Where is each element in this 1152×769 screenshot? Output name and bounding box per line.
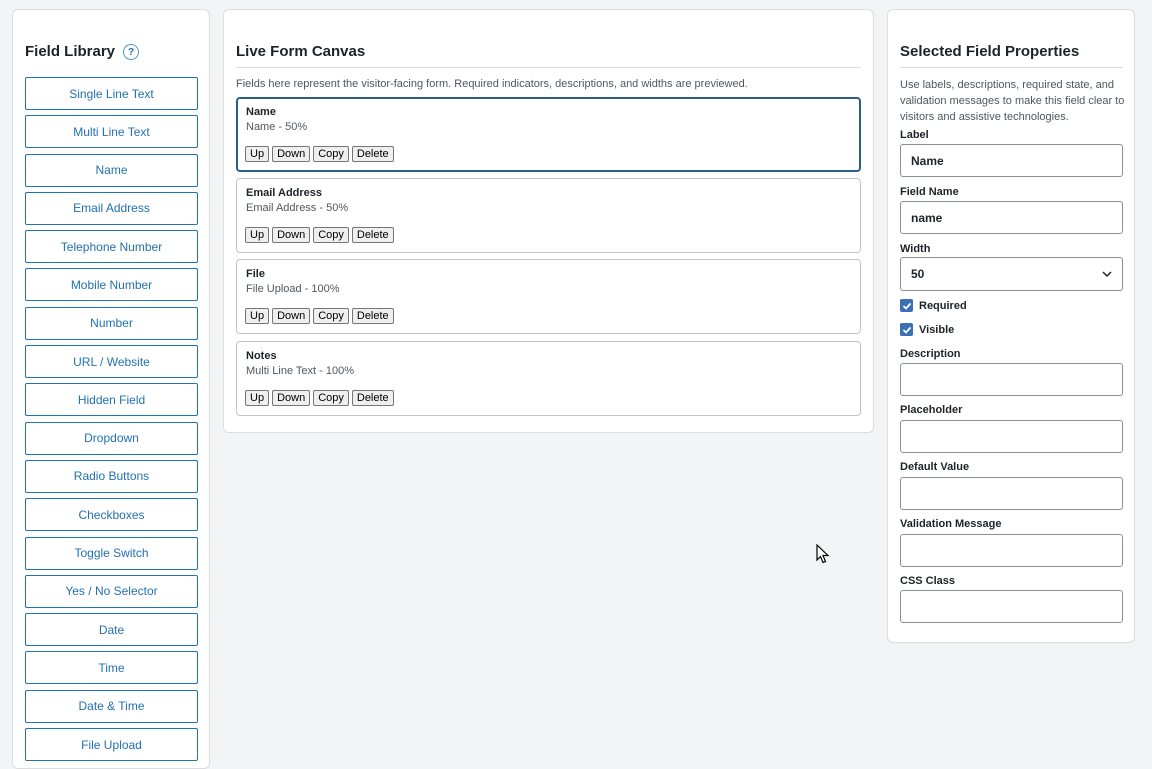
- copy-button[interactable]: Copy: [313, 308, 349, 324]
- checkmark-icon: [902, 302, 911, 310]
- canvas-field-card[interactable]: File File Upload - 100% Up Down Copy Delete: [236, 259, 861, 334]
- properties-description: Use labels, descriptions, required state…: [900, 79, 1125, 123]
- validation-message-input[interactable]: [900, 534, 1123, 567]
- field-card-subtitle: Email Address - 50%: [246, 202, 349, 214]
- css-class-label: CSS Class: [900, 575, 956, 587]
- delete-button[interactable]: Delete: [351, 227, 394, 243]
- up-button[interactable]: Up: [245, 227, 270, 243]
- canvas-field-card[interactable]: Email Address Email Address - 50% Up Down Co…: [236, 178, 861, 253]
- field-card-actions: Up Down Copy Delete: [245, 390, 394, 406]
- field-library-item[interactable]: Telephone Number: [25, 230, 198, 264]
- up-button[interactable]: Up: [245, 146, 270, 162]
- visible-checkbox[interactable]: [900, 323, 913, 336]
- live-form-canvas-panel: Live Form Canvas Fields here represent t…: [223, 9, 874, 433]
- description-label: Description: [900, 348, 961, 360]
- field-library-item[interactable]: Name: [25, 153, 198, 187]
- down-button[interactable]: Down: [272, 146, 311, 162]
- field-library-item[interactable]: Multi Line Text: [25, 115, 198, 149]
- label-input[interactable]: [900, 144, 1123, 177]
- delete-button[interactable]: Delete: [351, 308, 394, 324]
- field-card-subtitle: Name - 50%: [246, 121, 308, 133]
- field-library-item[interactable]: Email Address: [25, 191, 198, 225]
- validation-message-label: Validation Message: [900, 518, 1002, 530]
- field-card-title: Email Address: [246, 187, 323, 199]
- visible-checkbox-row[interactable]: Visible: [900, 323, 954, 336]
- chevron-down-icon: [1102, 271, 1112, 278]
- field-card-title: Notes: [246, 350, 277, 362]
- delete-button[interactable]: Delete: [351, 390, 394, 406]
- field-card-subtitle: File Upload - 100%: [246, 283, 340, 295]
- field-name-input[interactable]: [900, 201, 1123, 234]
- field-library-item[interactable]: Date & Time: [25, 689, 198, 723]
- down-button[interactable]: Down: [272, 227, 311, 243]
- copy-button[interactable]: Copy: [313, 227, 349, 243]
- field-library-item[interactable]: Mobile Number: [25, 268, 198, 302]
- field-library-list: Single Line Text Multi Line Text Name Email…: [25, 77, 198, 766]
- field-properties-panel: Selected Field Properties Use labels, de…: [887, 9, 1135, 643]
- properties-divider: [900, 67, 1123, 68]
- field-library-item[interactable]: File Upload: [25, 728, 198, 762]
- field-card-actions: Up Down Copy Delete: [245, 227, 394, 243]
- checkmark-icon: [902, 326, 911, 334]
- up-button[interactable]: Up: [245, 390, 270, 406]
- copy-button[interactable]: Copy: [313, 390, 349, 406]
- required-checkbox-row[interactable]: Required: [900, 299, 967, 312]
- label-field-label: Label: [900, 129, 929, 141]
- field-library-item[interactable]: Dropdown: [25, 421, 198, 455]
- css-class-input[interactable]: [900, 590, 1123, 623]
- down-button[interactable]: Down: [272, 308, 311, 324]
- field-card-actions: Up Down Copy Delete: [245, 308, 394, 324]
- help-icon[interactable]: ?: [123, 44, 140, 60]
- field-library-item[interactable]: Hidden Field: [25, 383, 198, 417]
- delete-button[interactable]: Delete: [351, 146, 394, 162]
- field-library-item[interactable]: Date: [25, 613, 198, 647]
- placeholder-input[interactable]: [900, 420, 1123, 453]
- field-library-item[interactable]: Radio Buttons: [25, 459, 198, 493]
- canvas-field-card[interactable]: Name Name - 50% Up Down Copy Delete: [236, 97, 861, 172]
- field-library-item[interactable]: Checkboxes: [25, 498, 198, 532]
- width-select[interactable]: 50: [900, 257, 1123, 291]
- width-label: Width: [900, 243, 931, 255]
- field-library-item[interactable]: URL / Website: [25, 345, 198, 379]
- field-card-title: File: [246, 268, 265, 280]
- field-library-title: Field Library: [25, 42, 116, 60]
- field-name-label: Field Name: [900, 186, 959, 198]
- mouse-cursor-icon: [816, 544, 830, 564]
- copy-button[interactable]: Copy: [313, 146, 349, 162]
- down-button[interactable]: Down: [272, 390, 311, 406]
- field-library-item[interactable]: Single Line Text: [25, 77, 198, 110]
- field-library-heading: Field Library ?: [25, 42, 140, 60]
- up-button[interactable]: Up: [245, 308, 270, 324]
- properties-title: Selected Field Properties: [900, 43, 1080, 60]
- field-library-item[interactable]: Yes / No Selector: [25, 574, 198, 608]
- field-library-item[interactable]: Number: [25, 306, 198, 340]
- placeholder-label: Placeholder: [900, 404, 963, 416]
- required-checkbox[interactable]: [900, 299, 913, 312]
- description-input[interactable]: [900, 363, 1123, 396]
- canvas-title: Live Form Canvas: [236, 43, 366, 60]
- field-library-panel: Field Library ? Single Line Text Multi Li…: [12, 9, 210, 769]
- default-value-input[interactable]: [900, 477, 1123, 510]
- field-card-title: Name: [246, 106, 276, 118]
- field-card-actions: Up Down Copy Delete: [245, 146, 394, 162]
- field-card-subtitle: Multi Line Text - 100%: [246, 365, 355, 377]
- canvas-field-card[interactable]: Notes Multi Line Text - 100% Up Down Copy Del…: [236, 341, 861, 416]
- width-select-value: 50: [911, 267, 925, 281]
- default-value-label: Default Value: [900, 461, 970, 473]
- canvas-description: Fields here represent the visitor-facing…: [236, 78, 748, 90]
- field-library-item[interactable]: Time: [25, 651, 198, 685]
- visible-label: Visible: [919, 323, 955, 336]
- field-library-item[interactable]: Toggle Switch: [25, 536, 198, 570]
- canvas-divider: [236, 67, 861, 68]
- required-label: Required: [919, 299, 967, 312]
